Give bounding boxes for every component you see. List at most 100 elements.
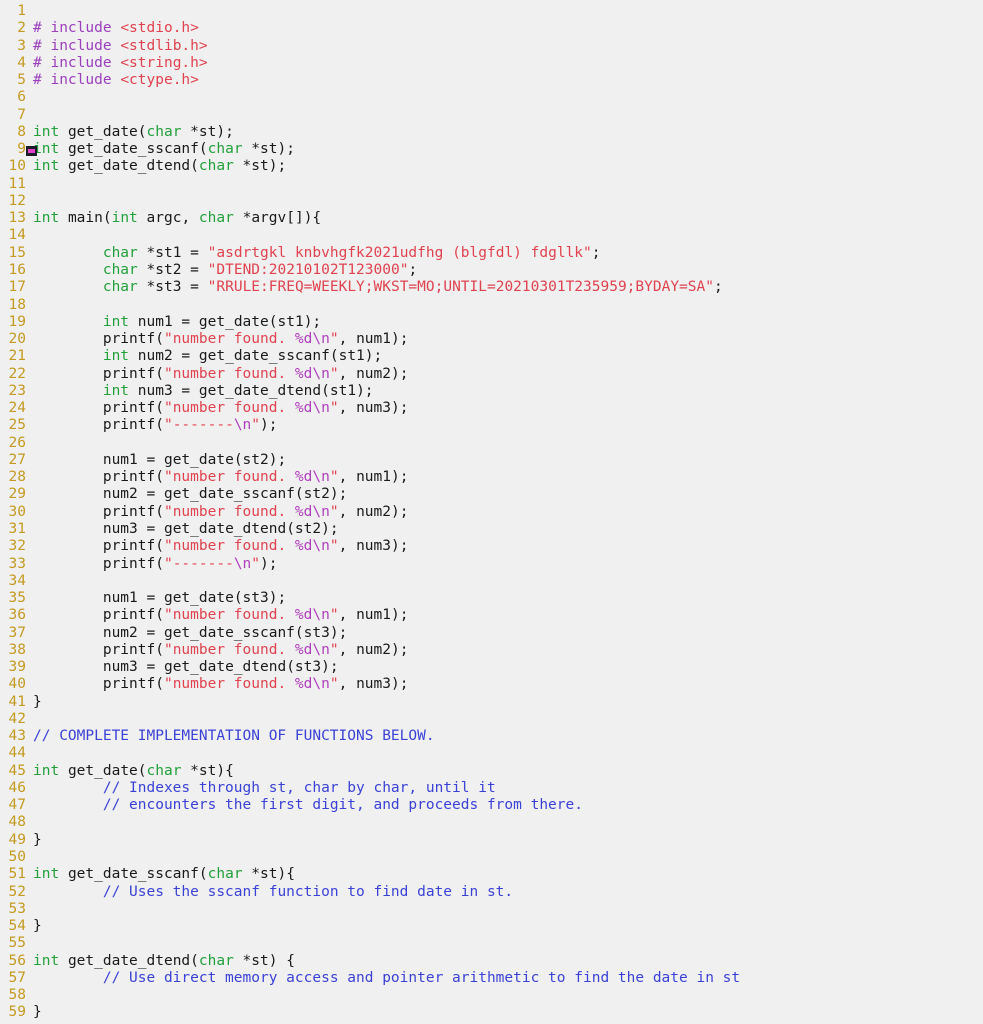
- code-line[interactable]: 5 # include <ctype.h>: [0, 72, 983, 89]
- code-line[interactable]: 2 # include <stdio.h>: [0, 20, 983, 37]
- line-content[interactable]: # include <string.h>: [26, 55, 983, 72]
- code-line[interactable]: 9 int get_date_sscanf(char *st);: [0, 141, 983, 158]
- code-line[interactable]: 51 int get_date_sscanf(char *st){: [0, 866, 983, 883]
- code-line[interactable]: 48: [0, 814, 983, 831]
- code-line[interactable]: 44: [0, 745, 983, 762]
- code-line[interactable]: 8 int get_date(char *st);: [0, 124, 983, 141]
- line-content[interactable]: // encounters the first digit, and proce…: [26, 797, 983, 814]
- code-line[interactable]: 12: [0, 193, 983, 210]
- line-content[interactable]: char *st3 = "RRULE:FREQ=WEEKLY;WKST=MO;U…: [26, 279, 983, 296]
- line-content[interactable]: # include <ctype.h>: [26, 72, 983, 89]
- line-content[interactable]: printf("number found. %d\n", num3);: [26, 676, 983, 693]
- line-content[interactable]: }: [26, 1004, 983, 1021]
- line-content[interactable]: int num1 = get_date(st1);: [26, 314, 983, 331]
- line-content[interactable]: printf("number found. %d\n", num1);: [26, 469, 983, 486]
- line-content[interactable]: char *st2 = "DTEND:20210102T123000";: [26, 262, 983, 279]
- line-content[interactable]: // Indexes through st, char by char, unt…: [26, 780, 983, 797]
- line-content[interactable]: // Use direct memory access and pointer …: [26, 970, 983, 987]
- code-line[interactable]: 24 printf("number found. %d\n", num3);: [0, 400, 983, 417]
- line-content[interactable]: int get_date_dtend(char *st);: [26, 158, 983, 175]
- code-line[interactable]: 10 int get_date_dtend(char *st);: [0, 158, 983, 175]
- code-line[interactable]: 56 int get_date_dtend(char *st) {: [0, 953, 983, 970]
- line-content[interactable]: }: [26, 832, 983, 849]
- line-content[interactable]: # include <stdlib.h>: [26, 38, 983, 55]
- line-content[interactable]: int get_date_sscanf(char *st){: [26, 866, 983, 883]
- code-line[interactable]: 31 num3 = get_date_dtend(st2);: [0, 521, 983, 538]
- code-line[interactable]: 17 char *st3 = "RRULE:FREQ=WEEKLY;WKST=M…: [0, 279, 983, 296]
- code-line[interactable]: 54}: [0, 918, 983, 935]
- code-line[interactable]: 35 num1 = get_date(st3);: [0, 590, 983, 607]
- line-content[interactable]: printf("-------\n");: [26, 556, 983, 573]
- code-line[interactable]: 57 // Use direct memory access and point…: [0, 970, 983, 987]
- line-content[interactable]: char *st1 = "asdrtgkl knbvhgfk2021udfhg …: [26, 245, 983, 262]
- code-line[interactable]: 23 int num3 = get_date_dtend(st1);: [0, 383, 983, 400]
- line-content[interactable]: printf("-------\n");: [26, 417, 983, 434]
- code-line[interactable]: 52 // Uses the sscanf function to find d…: [0, 884, 983, 901]
- line-content[interactable]: }: [26, 918, 983, 935]
- code-line[interactable]: 4 # include <string.h>: [0, 55, 983, 72]
- code-line[interactable]: 7: [0, 107, 983, 124]
- line-content[interactable]: int get_date(char *st);: [26, 124, 983, 141]
- code-line[interactable]: 38 printf("number found. %d\n", num2);: [0, 642, 983, 659]
- line-content[interactable]: num3 = get_date_dtend(st3);: [26, 659, 983, 676]
- code-line[interactable]: 53: [0, 901, 983, 918]
- code-line[interactable]: 14: [0, 227, 983, 244]
- line-content[interactable]: num1 = get_date(st3);: [26, 590, 983, 607]
- code-line[interactable]: 15 char *st1 = "asdrtgkl knbvhgfk2021udf…: [0, 245, 983, 262]
- code-line[interactable]: 16 char *st2 = "DTEND:20210102T123000";: [0, 262, 983, 279]
- code-line[interactable]: 46 // Indexes through st, char by char, …: [0, 780, 983, 797]
- line-content[interactable]: int get_date_sscanf(char *st);: [26, 141, 983, 158]
- line-content[interactable]: }: [26, 694, 983, 711]
- line-content[interactable]: num2 = get_date_sscanf(st2);: [26, 486, 983, 503]
- code-line[interactable]: 49}: [0, 832, 983, 849]
- code-line[interactable]: 30 printf("number found. %d\n", num2);: [0, 504, 983, 521]
- line-content[interactable]: // Uses the sscanf function to find date…: [26, 884, 983, 901]
- code-line[interactable]: 34: [0, 573, 983, 590]
- line-content[interactable]: int get_date(char *st){: [26, 763, 983, 780]
- line-content[interactable]: int main(int argc, char *argv[]){: [26, 210, 983, 227]
- code-lines-container[interactable]: 1 2 # include <stdio.h> 3 # include <stdlib.…: [0, 3, 983, 1022]
- code-line[interactable]: 39 num3 = get_date_dtend(st3);: [0, 659, 983, 676]
- code-line[interactable]: 47 // encounters the first digit, and pr…: [0, 797, 983, 814]
- code-line[interactable]: 1: [0, 3, 983, 20]
- code-line[interactable]: 50: [0, 849, 983, 866]
- line-content[interactable]: int num3 = get_date_dtend(st1);: [26, 383, 983, 400]
- code-line[interactable]: 41}: [0, 694, 983, 711]
- code-line[interactable]: 11: [0, 176, 983, 193]
- code-line[interactable]: 42: [0, 711, 983, 728]
- code-line[interactable]: 22 printf("number found. %d\n", num2);: [0, 366, 983, 383]
- code-line[interactable]: 29 num2 = get_date_sscanf(st2);: [0, 486, 983, 503]
- code-line[interactable]: 33 printf("-------\n");: [0, 556, 983, 573]
- code-line[interactable]: 21 int num2 = get_date_sscanf(st1);: [0, 348, 983, 365]
- line-content[interactable]: int num2 = get_date_sscanf(st1);: [26, 348, 983, 365]
- line-content[interactable]: // COMPLETE IMPLEMENTATION OF FUNCTIONS …: [26, 728, 983, 745]
- code-line[interactable]: 58: [0, 987, 983, 1004]
- code-line[interactable]: 27 num1 = get_date(st2);: [0, 452, 983, 469]
- code-line[interactable]: 20 printf("number found. %d\n", num1);: [0, 331, 983, 348]
- code-line[interactable]: 40 printf("number found. %d\n", num3);: [0, 676, 983, 693]
- line-content[interactable]: printf("number found. %d\n", num2);: [26, 366, 983, 383]
- line-content[interactable]: num1 = get_date(st2);: [26, 452, 983, 469]
- line-content[interactable]: int get_date_dtend(char *st) {: [26, 953, 983, 970]
- code-line[interactable]: 37 num2 = get_date_sscanf(st3);: [0, 625, 983, 642]
- code-line[interactable]: 19 int num1 = get_date(st1);: [0, 314, 983, 331]
- code-line[interactable]: 3 # include <stdlib.h>: [0, 38, 983, 55]
- code-line[interactable]: 6: [0, 89, 983, 106]
- line-content[interactable]: printf("number found. %d\n", num3);: [26, 538, 983, 555]
- code-line[interactable]: 45 int get_date(char *st){: [0, 763, 983, 780]
- line-content[interactable]: # include <stdio.h>: [26, 20, 983, 37]
- code-line[interactable]: 55: [0, 935, 983, 952]
- line-content[interactable]: printf("number found. %d\n", num1);: [26, 331, 983, 348]
- line-content[interactable]: printf("number found. %d\n", num3);: [26, 400, 983, 417]
- code-line[interactable]: 18: [0, 297, 983, 314]
- line-content[interactable]: printf("number found. %d\n", num2);: [26, 642, 983, 659]
- line-content[interactable]: num2 = get_date_sscanf(st3);: [26, 625, 983, 642]
- code-line[interactable]: 13 int main(int argc, char *argv[]){: [0, 210, 983, 227]
- code-line[interactable]: 26: [0, 435, 983, 452]
- code-line[interactable]: 32 printf("number found. %d\n", num3);: [0, 538, 983, 555]
- code-editor[interactable]: 1 2 # include <stdio.h> 3 # include <stdlib.…: [0, 0, 983, 1024]
- code-line[interactable]: 28 printf("number found. %d\n", num1);: [0, 469, 983, 486]
- code-line[interactable]: 43 // COMPLETE IMPLEMENTATION OF FUNCTION…: [0, 728, 983, 745]
- code-line[interactable]: 36 printf("number found. %d\n", num1);: [0, 607, 983, 624]
- code-line[interactable]: 25 printf("-------\n");: [0, 417, 983, 434]
